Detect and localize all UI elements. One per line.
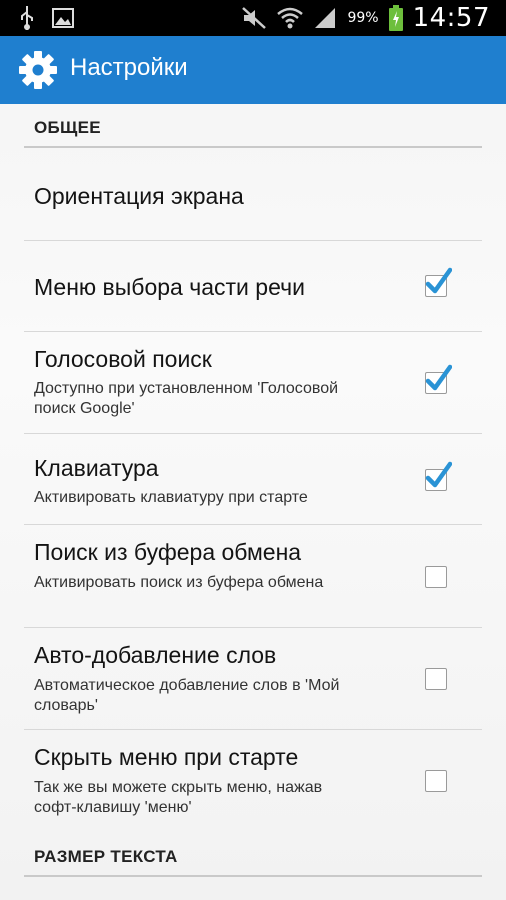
setting-title: Поиск из буфера обмена — [34, 539, 302, 565]
page-title: Настройки — [70, 54, 188, 81]
setting-title: Скрыть меню при старте — [34, 744, 299, 770]
status-bar: 99% 14:57 — [0, 0, 506, 36]
setting-title: Клавиатура — [34, 455, 159, 481]
wifi-icon — [277, 6, 304, 30]
battery-icon — [388, 5, 403, 31]
setting-title: Голосовой поиск — [34, 346, 212, 372]
section-divider — [24, 875, 482, 877]
mute-icon — [241, 6, 267, 30]
setting-summary: Доступно при установленном 'Голосовой по… — [34, 380, 339, 417]
clipboard-search-checkbox[interactable] — [425, 566, 447, 588]
list-divider — [24, 729, 482, 730]
setting-summary: Автоматическое добавление слов в 'Мой сл… — [34, 677, 340, 714]
setting-summary: Активировать поиск из буфера обмена — [34, 574, 324, 591]
action-bar: Настройки — [0, 36, 506, 104]
setting-title: Ориентация экрана — [34, 183, 244, 209]
usb-icon — [20, 6, 34, 30]
section-divider — [24, 146, 482, 148]
signal-icon — [313, 6, 337, 30]
section-header-text-size: РАЗМЕР ТЕКСТА — [34, 847, 178, 866]
list-divider — [24, 331, 482, 332]
setting-title: Авто-добавление слов — [34, 642, 277, 668]
voice-search-checkbox[interactable] — [425, 364, 452, 394]
battery-percent: 99% — [347, 10, 379, 26]
list-divider — [24, 240, 482, 241]
section-header-general: ОБЩЕЕ — [34, 118, 101, 137]
list-divider — [24, 627, 482, 628]
auto-add-words-checkbox[interactable] — [425, 668, 447, 690]
gear-icon[interactable] — [16, 48, 60, 92]
pos-menu-checkbox[interactable] — [425, 267, 452, 297]
list-divider — [24, 524, 482, 525]
status-time: 14:57 — [412, 3, 490, 33]
image-icon — [52, 8, 74, 28]
setting-title: Меню выбора части речи — [34, 274, 305, 300]
setting-summary: Активировать клавиатуру при старте — [34, 489, 308, 506]
list-divider — [24, 433, 482, 434]
hide-menu-checkbox[interactable] — [425, 770, 447, 792]
setting-summary: Так же вы можете скрыть меню, нажав софт… — [34, 779, 323, 816]
keyboard-checkbox[interactable] — [425, 461, 452, 491]
